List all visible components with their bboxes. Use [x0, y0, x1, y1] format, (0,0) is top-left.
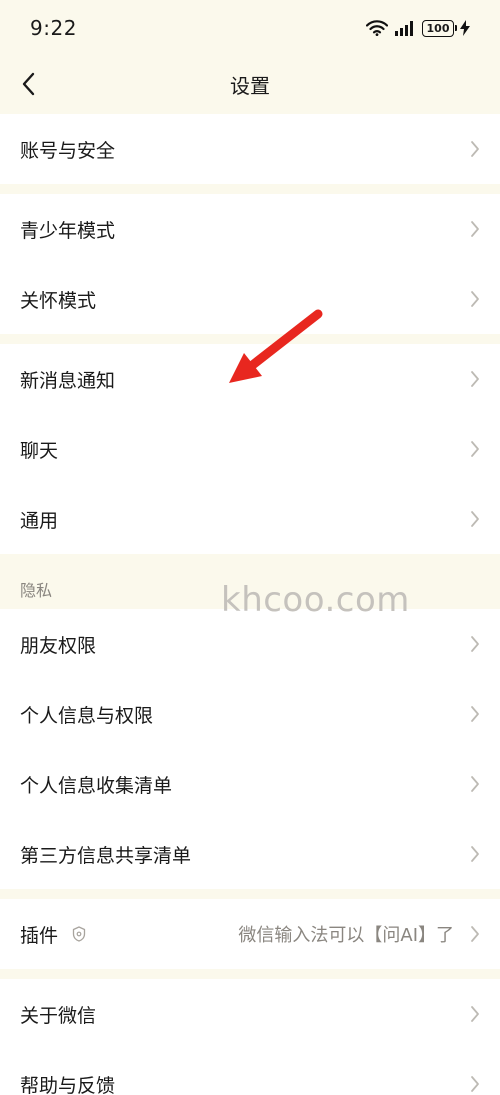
- menu-item-about-wechat[interactable]: 关于微信: [0, 979, 500, 1049]
- chevron-right-icon: [471, 846, 479, 862]
- page-title: 设置: [230, 74, 270, 98]
- settings-screen: 9:22 100 设置 账号与安全 青少年模式 关怀模式 新消息通知 聊天 通用…: [0, 0, 500, 1095]
- menu-item-label: 青少年模式: [20, 219, 116, 242]
- menu-item-label: 个人信息收集清单: [20, 774, 173, 797]
- chevron-right-icon: [471, 291, 479, 307]
- menu-item-chat[interactable]: 聊天: [0, 414, 500, 484]
- chevron-right-icon: [471, 371, 479, 387]
- group-account: 账号与安全: [0, 114, 500, 184]
- signal-icon: [395, 21, 413, 36]
- menu-item-account-security[interactable]: 账号与安全: [0, 114, 500, 184]
- menu-item-new-message-notification[interactable]: 新消息通知: [0, 344, 500, 414]
- chevron-right-icon: [471, 636, 479, 652]
- group-about: 关于微信 帮助与反馈: [0, 979, 500, 1095]
- wifi-icon: [366, 20, 388, 36]
- menu-item-label: 账号与安全: [20, 139, 116, 162]
- chevron-right-icon: [471, 441, 479, 457]
- chevron-right-icon: [471, 1076, 479, 1092]
- battery-indicator: 100: [422, 19, 457, 37]
- menu-item-personal-info-permissions[interactable]: 个人信息与权限: [0, 679, 500, 749]
- menu-item-third-party-sharing-list[interactable]: 第三方信息共享清单: [0, 819, 500, 889]
- menu-item-personal-info-collection-list[interactable]: 个人信息收集清单: [0, 749, 500, 819]
- watermark-text: khcoo.com: [221, 580, 410, 620]
- menu-item-label: 通用: [20, 509, 59, 532]
- section-label-privacy: 隐私: [20, 581, 53, 600]
- nav-bar: 设置: [0, 56, 500, 112]
- shield-badge-icon: [72, 926, 86, 942]
- chevron-right-icon: [471, 776, 479, 792]
- status-icons: 100: [366, 17, 470, 39]
- menu-item-youth-mode[interactable]: 青少年模式: [0, 194, 500, 264]
- group-modes: 青少年模式 关怀模式: [0, 194, 500, 334]
- menu-item-label: 聊天: [20, 439, 59, 462]
- bolt-icon: [460, 20, 470, 36]
- menu-item-label: 关怀模式: [20, 289, 97, 312]
- status-bar: 9:22 100: [0, 0, 500, 56]
- chevron-right-icon: [471, 1006, 479, 1022]
- menu-item-care-mode[interactable]: 关怀模式: [0, 264, 500, 334]
- menu-item-label: 个人信息与权限: [20, 704, 154, 727]
- menu-item-general[interactable]: 通用: [0, 484, 500, 554]
- menu-item-label: 朋友权限: [20, 634, 97, 657]
- chevron-right-icon: [471, 511, 479, 527]
- menu-item-label: 插件: [20, 924, 59, 947]
- group-general: 新消息通知 聊天 通用: [0, 344, 500, 554]
- chevron-right-icon: [471, 221, 479, 237]
- menu-item-help-feedback[interactable]: 帮助与反馈: [0, 1049, 500, 1095]
- group-privacy: 朋友权限 个人信息与权限 个人信息收集清单 第三方信息共享清单: [0, 609, 500, 889]
- menu-item-label: 帮助与反馈: [20, 1074, 116, 1095]
- menu-item-label: 关于微信: [20, 1004, 97, 1027]
- chevron-right-icon: [471, 926, 479, 942]
- chevron-right-icon: [471, 141, 479, 157]
- plugin-promo-text: 微信输入法可以【问AI】了: [238, 925, 454, 946]
- menu-item-plugins[interactable]: 插件 微信输入法可以【问AI】了: [0, 899, 500, 969]
- menu-item-label: 新消息通知: [20, 369, 116, 392]
- status-time: 9:22: [30, 16, 77, 40]
- chevron-right-icon: [471, 706, 479, 722]
- menu-item-label: 第三方信息共享清单: [20, 844, 192, 867]
- group-plugins: 插件 微信输入法可以【问AI】了: [0, 899, 500, 969]
